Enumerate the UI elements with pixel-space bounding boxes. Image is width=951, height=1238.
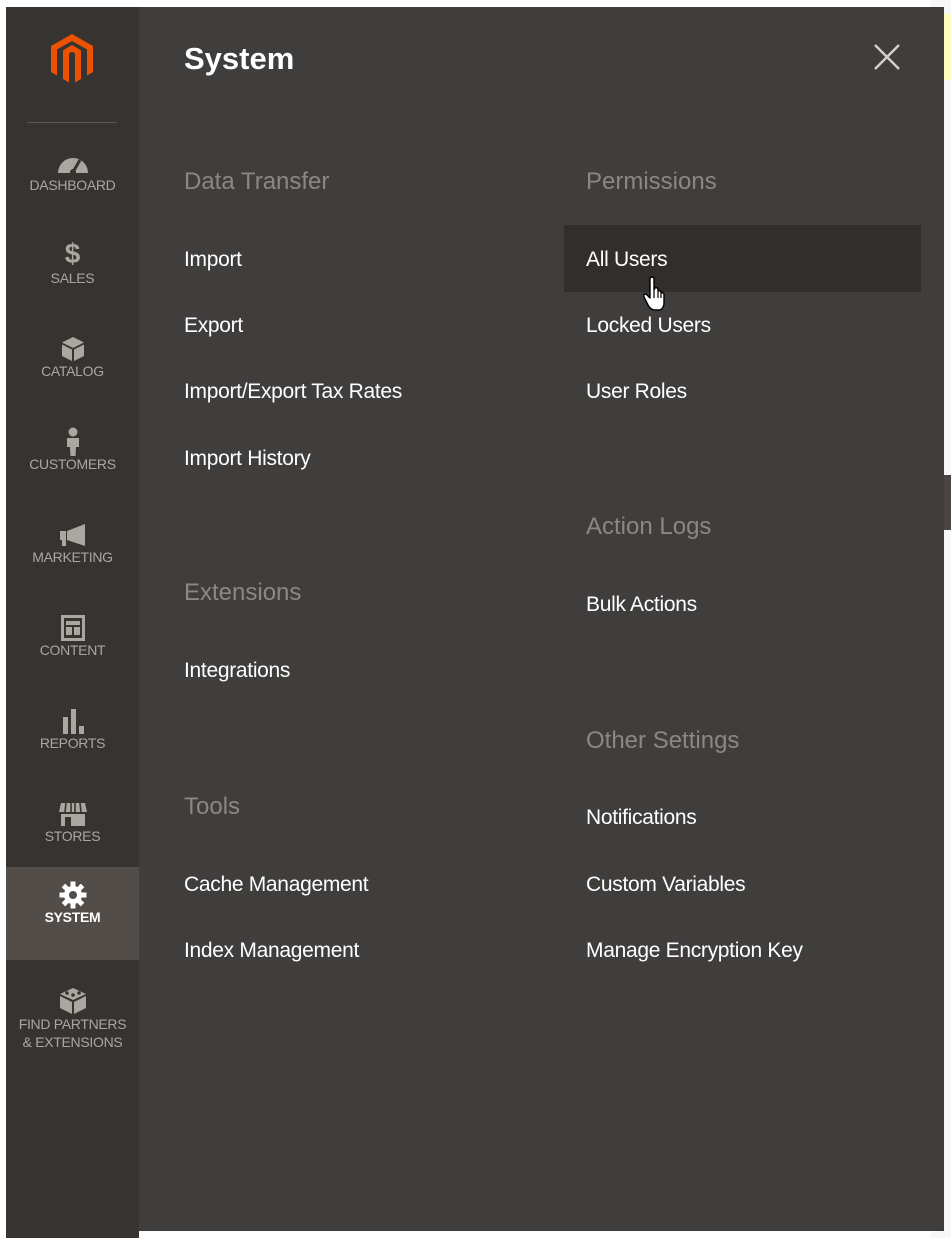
nav-reports[interactable]: REPORTS <box>6 693 139 785</box>
nav-system[interactable]: SYSTEM <box>6 867 139 960</box>
nav-content-label: CONTENT <box>39 642 106 658</box>
nav-content[interactable]: CONTENT <box>6 600 139 692</box>
section-title-data-transfer: Data Transfer <box>184 168 330 195</box>
section-title-other-settings: Other Settings <box>586 727 740 754</box>
storefront-icon <box>6 796 139 828</box>
nav-marketing[interactable]: MARKETING <box>6 507 139 599</box>
nav-sales[interactable]: $ SALES <box>6 228 139 320</box>
magento-logo-icon <box>51 34 93 83</box>
link-all-users[interactable]: All Users <box>586 248 668 272</box>
nav-customers[interactable]: CUSTOMERS <box>6 414 139 506</box>
megaphone-icon <box>6 517 139 549</box>
gear-icon <box>6 877 139 909</box>
link-bulk-actions[interactable]: Bulk Actions <box>586 593 697 617</box>
close-icon <box>874 44 900 70</box>
hand-pointer-cursor-icon <box>643 276 667 317</box>
close-button[interactable] <box>869 39 905 75</box>
nav-customers-label: CUSTOMERS <box>29 456 116 472</box>
person-icon <box>6 424 139 457</box>
magento-logo[interactable] <box>6 7 139 119</box>
section-title-tools: Tools <box>184 793 241 820</box>
section-title-action-logs: Action Logs <box>586 513 712 540</box>
layout-icon <box>6 610 139 642</box>
admin-sidebar: DASHBOARD $ SALES CATALOG CUSTOMERS MARK… <box>6 7 139 1238</box>
partners-cube-icon <box>6 983 139 1015</box>
nav-catalog[interactable]: CATALOG <box>6 321 139 413</box>
link-custom-variables[interactable]: Custom Variables <box>586 873 746 897</box>
link-index-management[interactable]: Index Management <box>184 939 359 963</box>
link-import-export-tax-rates[interactable]: Import/Export Tax Rates <box>184 380 402 404</box>
link-manage-encryption-key[interactable]: Manage Encryption Key <box>586 939 803 963</box>
nav-catalog-label: CATALOG <box>41 363 104 379</box>
nav-dashboard-label: DASHBOARD <box>29 177 116 193</box>
section-title-permissions: Permissions <box>586 168 717 195</box>
section-title-extensions: Extensions <box>184 579 302 606</box>
nav-find-partners-label-2: & EXTENSIONS <box>22 1034 123 1050</box>
nav-stores-label: STORES <box>44 828 101 844</box>
nav-find-partners[interactable]: FIND PARTNERS & EXTENSIONS <box>6 973 139 1083</box>
nav-marketing-label: MARKETING <box>32 549 113 565</box>
cube-icon <box>6 331 139 363</box>
link-integrations[interactable]: Integrations <box>184 659 290 683</box>
panel-title: System <box>184 41 295 76</box>
nav-sales-label: SALES <box>50 270 95 286</box>
nav-reports-label: REPORTS <box>39 735 106 751</box>
logo-divider <box>27 122 117 123</box>
nav-dashboard[interactable]: DASHBOARD <box>6 135 139 227</box>
link-locked-users[interactable]: Locked Users <box>586 314 711 338</box>
nav-find-partners-label-1: FIND PARTNERS <box>18 1016 127 1032</box>
nav-stores[interactable]: STORES <box>6 786 139 878</box>
dollar-icon: $ <box>64 238 81 269</box>
link-notifications[interactable]: Notifications <box>586 806 697 830</box>
link-cache-management[interactable]: Cache Management <box>184 873 369 897</box>
bar-chart-icon <box>6 703 139 735</box>
system-menu-panel: System Data Transfer Import Export Impor… <box>139 7 944 1231</box>
link-user-roles[interactable]: User Roles <box>586 380 687 404</box>
link-export[interactable]: Export <box>184 314 243 338</box>
dashboard-icon <box>6 145 139 177</box>
link-import-history[interactable]: Import History <box>184 447 311 471</box>
link-import[interactable]: Import <box>184 248 242 272</box>
nav-system-label: SYSTEM <box>44 909 101 925</box>
